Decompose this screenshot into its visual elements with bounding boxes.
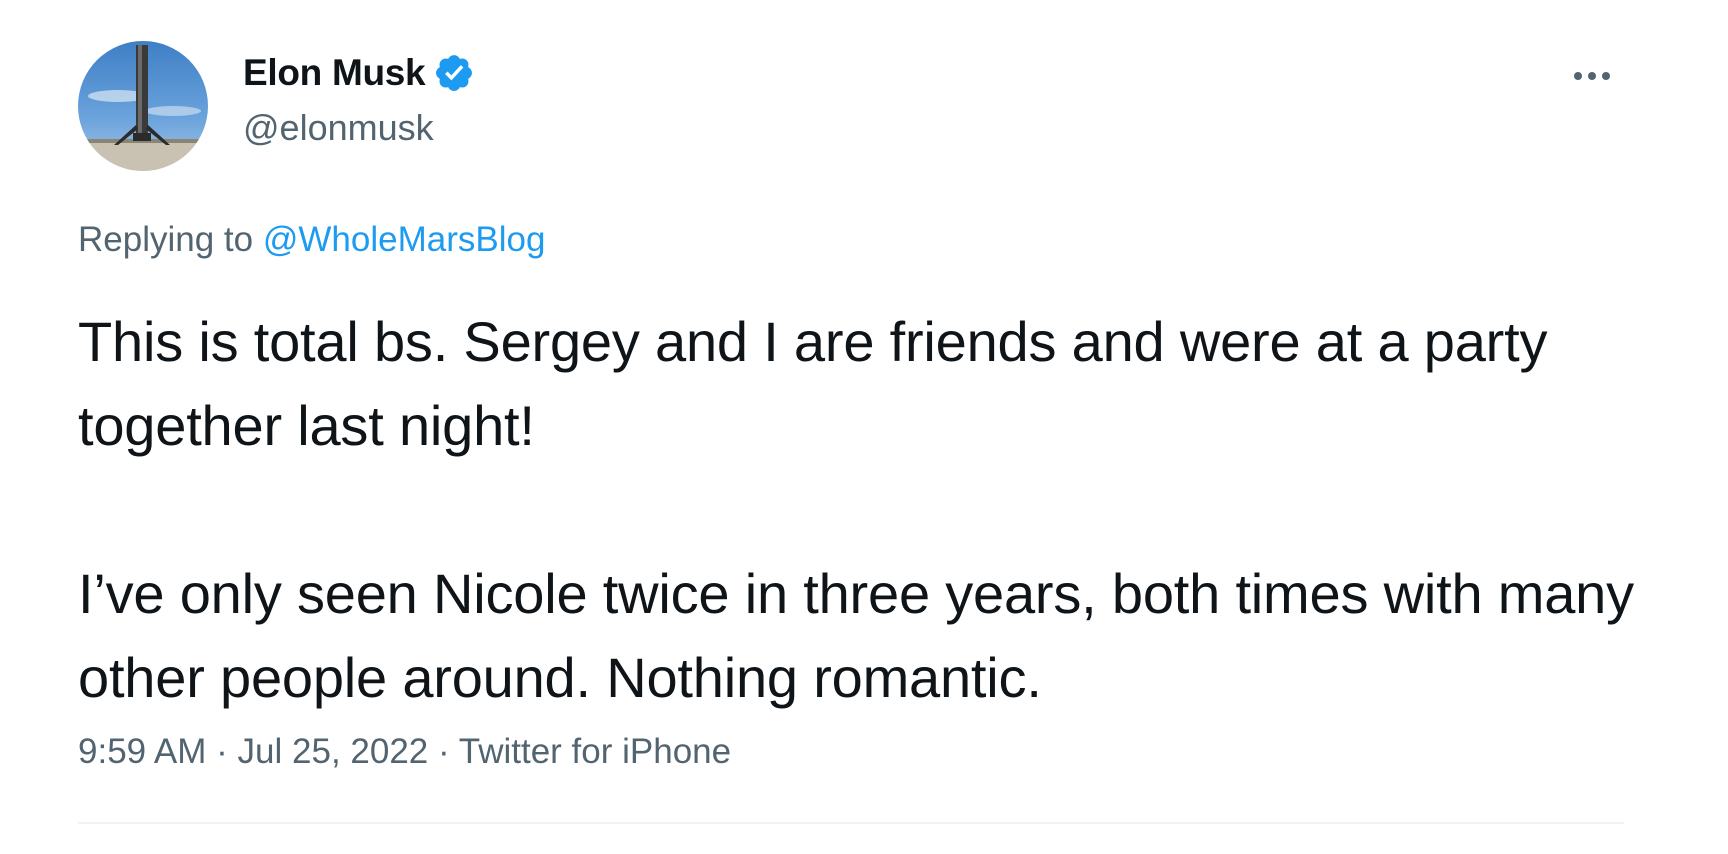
author-name-row[interactable]: Elon Musk — [243, 52, 475, 94]
rocket-booster-avatar-icon — [78, 41, 208, 171]
meta-separator-1: · — [216, 732, 228, 771]
avatar[interactable] — [78, 41, 208, 171]
divider — [78, 822, 1624, 824]
replying-to-label: Replying to — [78, 220, 254, 259]
tweet-card: Elon Musk @elonmusk Replying to @WholeMa… — [0, 0, 1728, 854]
tweet-time[interactable]: 9:59 AM — [78, 732, 206, 771]
replying-to: Replying to @WholeMarsBlog — [78, 220, 545, 260]
tweet-source[interactable]: Twitter for iPhone — [459, 732, 731, 771]
tweet-paragraph-1: This is total bs. Sergey and I are frien… — [78, 310, 1548, 457]
author-handle[interactable]: @elonmusk — [243, 107, 434, 149]
tweet-metadata: 9:59 AM · Jul 25, 2022 · Twitter for iPh… — [78, 732, 731, 772]
tweet-paragraph-2: I’ve only seen Nicole twice in three yea… — [78, 562, 1634, 709]
tweet-text: This is total bs. Sergey and I are frien… — [78, 300, 1638, 720]
more-options-icon[interactable] — [1568, 56, 1616, 96]
reply-target-link[interactable]: @WholeMarsBlog — [263, 220, 546, 259]
display-name[interactable]: Elon Musk — [243, 52, 426, 94]
verified-badge-icon — [433, 52, 475, 94]
meta-separator-2: · — [438, 732, 450, 771]
tweet-date[interactable]: Jul 25, 2022 — [238, 732, 429, 771]
